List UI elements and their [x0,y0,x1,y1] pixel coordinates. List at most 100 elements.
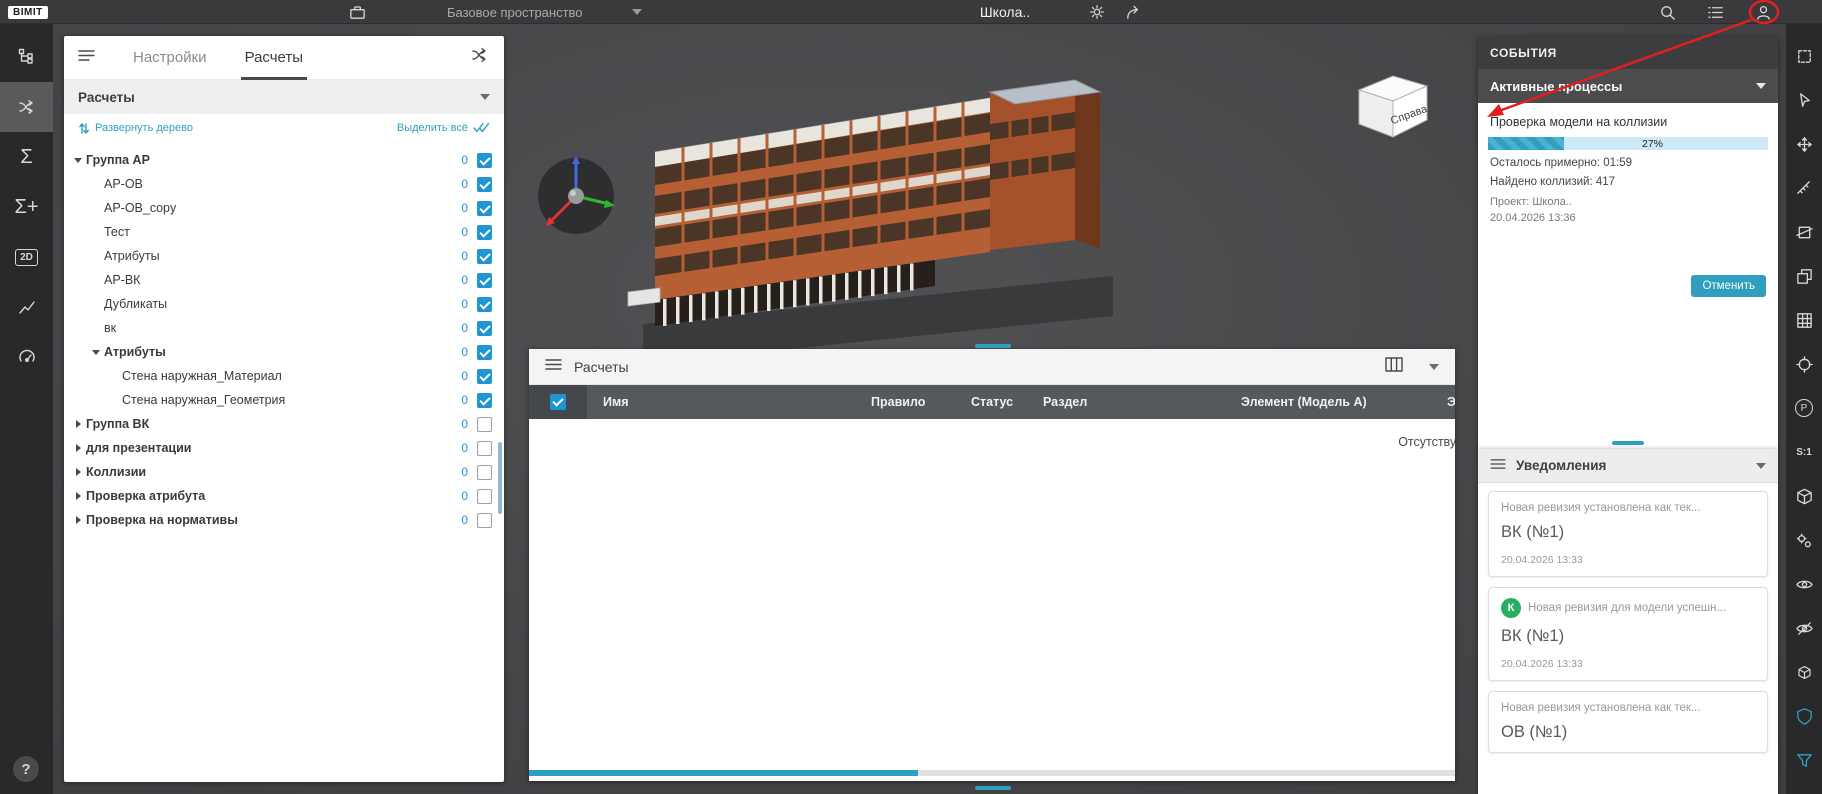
panel-menu-icon[interactable] [78,49,95,67]
column-header[interactable]: Правило [855,385,955,419]
expand-tree-button[interactable]: Развернуть дерево [78,122,193,135]
measure-icon[interactable] [1786,166,1822,210]
tree-item[interactable]: Стена наружная_Материал 0 [64,364,504,388]
tree-item[interactable]: Проверка на нормативы 0 [64,508,504,532]
chart-icon[interactable] [0,282,53,332]
tree-item-checkbox[interactable] [477,225,492,240]
tree-item-checkbox[interactable] [477,369,492,384]
tree-item-checkbox[interactable] [477,465,492,480]
tree-item[interactable]: АР-ОВ_copy 0 [64,196,504,220]
notification-card[interactable]: Новая ревизия установлена как тек... ВК … [1488,491,1768,577]
tree-item-checkbox[interactable] [477,201,492,216]
tree-expander-icon[interactable] [70,516,86,524]
tree-item[interactable]: АР-ОВ 0 [64,172,504,196]
orientation-gizmo[interactable] [538,156,615,234]
panel-resize-handle[interactable] [975,344,1011,348]
tree-item[interactable]: Атрибуты 0 [64,244,504,268]
projects-briefcase-icon[interactable] [348,0,367,24]
filter-icon[interactable] [1786,738,1822,782]
panel-resize-handle[interactable] [1612,441,1644,445]
column-header[interactable]: Имя [587,385,855,419]
sum-plus-icon[interactable]: Σ+ [0,182,53,232]
help-button[interactable]: ? [13,756,39,782]
share-icon[interactable] [1124,0,1143,24]
model-tree-icon[interactable] [0,32,53,82]
section-chevron-down-icon[interactable] [480,94,490,100]
show-eye-icon[interactable] [1786,562,1822,606]
notification-card[interactable]: Новая ревизия установлена как тек... ОВ … [1488,691,1768,753]
tree-item[interactable]: АР-ВК 0 [64,268,504,292]
vertical-scrollbar-thumb[interactable] [498,442,502,514]
tree-expander-icon[interactable] [70,158,86,163]
collapse-chevron-down-icon[interactable] [1429,364,1439,370]
layers-icon[interactable] [1786,254,1822,298]
section-plane-icon[interactable] [1786,210,1822,254]
column-header[interactable]: Элемент (Модель А) [1225,385,1431,419]
task-list-icon[interactable] [1706,0,1725,24]
tree-expander-icon[interactable] [70,420,86,428]
hide-eye-icon[interactable] [1786,606,1822,650]
tree-item[interactable]: для презентации 0 [64,436,504,460]
cancel-button[interactable]: Отменить [1691,275,1766,297]
project-settings-gear-icon[interactable] [1088,0,1106,24]
column-header[interactable]: Эл [1431,385,1455,419]
sum-icon[interactable]: Σ [0,132,53,182]
tree-item-checkbox[interactable] [477,297,492,312]
gauge-icon[interactable] [0,332,53,382]
notifications-chevron-down-icon[interactable] [1756,463,1766,469]
tree-expander-icon[interactable] [70,468,86,476]
scale-icon[interactable]: S:1 [1786,430,1822,474]
collision-shield-icon[interactable] [1786,694,1822,738]
tree-item-checkbox[interactable] [477,249,492,264]
navigation-cube[interactable]: Справа [1359,76,1430,137]
tree-item-checkbox[interactable] [477,441,492,456]
tree-item[interactable]: Группа ВК 0 [64,412,504,436]
tree-expander-icon[interactable] [70,492,86,500]
isolate-cube-icon[interactable] [1786,650,1822,694]
tree-item[interactable]: вк 0 [64,316,504,340]
tree-item-checkbox[interactable] [477,153,492,168]
two-d-mode-icon[interactable]: 2D [0,232,53,282]
calculations-section-header[interactable]: Расчеты [64,80,504,114]
notification-card[interactable]: К Новая ревизия для модели успешн... ВК … [1488,587,1768,681]
column-header[interactable]: Статус [955,385,1027,419]
notifications-menu-icon[interactable] [1490,457,1506,475]
model-cube-icon[interactable] [1786,474,1822,518]
settings-gears-icon[interactable] [1786,518,1822,562]
tree-item-checkbox[interactable] [477,393,492,408]
tree-item-checkbox[interactable] [477,177,492,192]
processes-chevron-down-icon[interactable] [1756,83,1766,89]
tree-item-checkbox[interactable] [477,513,492,528]
tree-item[interactable]: Тест 0 [64,220,504,244]
collision-check-icon[interactable] [0,82,53,132]
search-icon[interactable] [1658,0,1677,24]
tab-settings[interactable]: Настройки [133,36,207,80]
tree-item-checkbox[interactable] [477,321,492,336]
bimit-logo[interactable]: BIMIT [8,0,48,24]
shuffle-icon[interactable] [470,45,490,70]
tree-expander-icon[interactable] [88,350,104,355]
tree-item-checkbox[interactable] [477,417,492,432]
cursor-icon[interactable] [1786,78,1822,122]
pan-icon[interactable] [1786,122,1822,166]
tab-calculations[interactable]: Расчеты [245,36,304,80]
horizontal-scrollbar-thumb[interactable] [529,770,918,776]
panel-resize-handle[interactable] [975,786,1011,790]
user-profile-icon[interactable] [1754,0,1773,24]
plan-p-icon[interactable]: P [1786,386,1822,430]
tree-item[interactable]: Атрибуты 0 [64,340,504,364]
columns-icon[interactable] [1385,357,1403,377]
active-processes-header[interactable]: Активные процессы [1478,69,1778,103]
tree-item[interactable]: Группа АР 0 [64,148,504,172]
notifications-header[interactable]: Уведомления [1478,449,1778,483]
tree-item[interactable]: Стена наружная_Геометрия 0 [64,388,504,412]
tree-item-checkbox[interactable] [477,345,492,360]
tree-item[interactable]: Коллизии 0 [64,460,504,484]
tree-item-checkbox[interactable] [477,489,492,504]
column-header[interactable]: Раздел [1027,385,1225,419]
workspace-chevron-down-icon[interactable] [632,0,642,24]
select-all-button[interactable]: Выделить всё [397,122,490,134]
area-select-icon[interactable] [1786,34,1822,78]
select-all-checkbox[interactable] [550,394,566,410]
tree-item[interactable]: Проверка атрибута 0 [64,484,504,508]
